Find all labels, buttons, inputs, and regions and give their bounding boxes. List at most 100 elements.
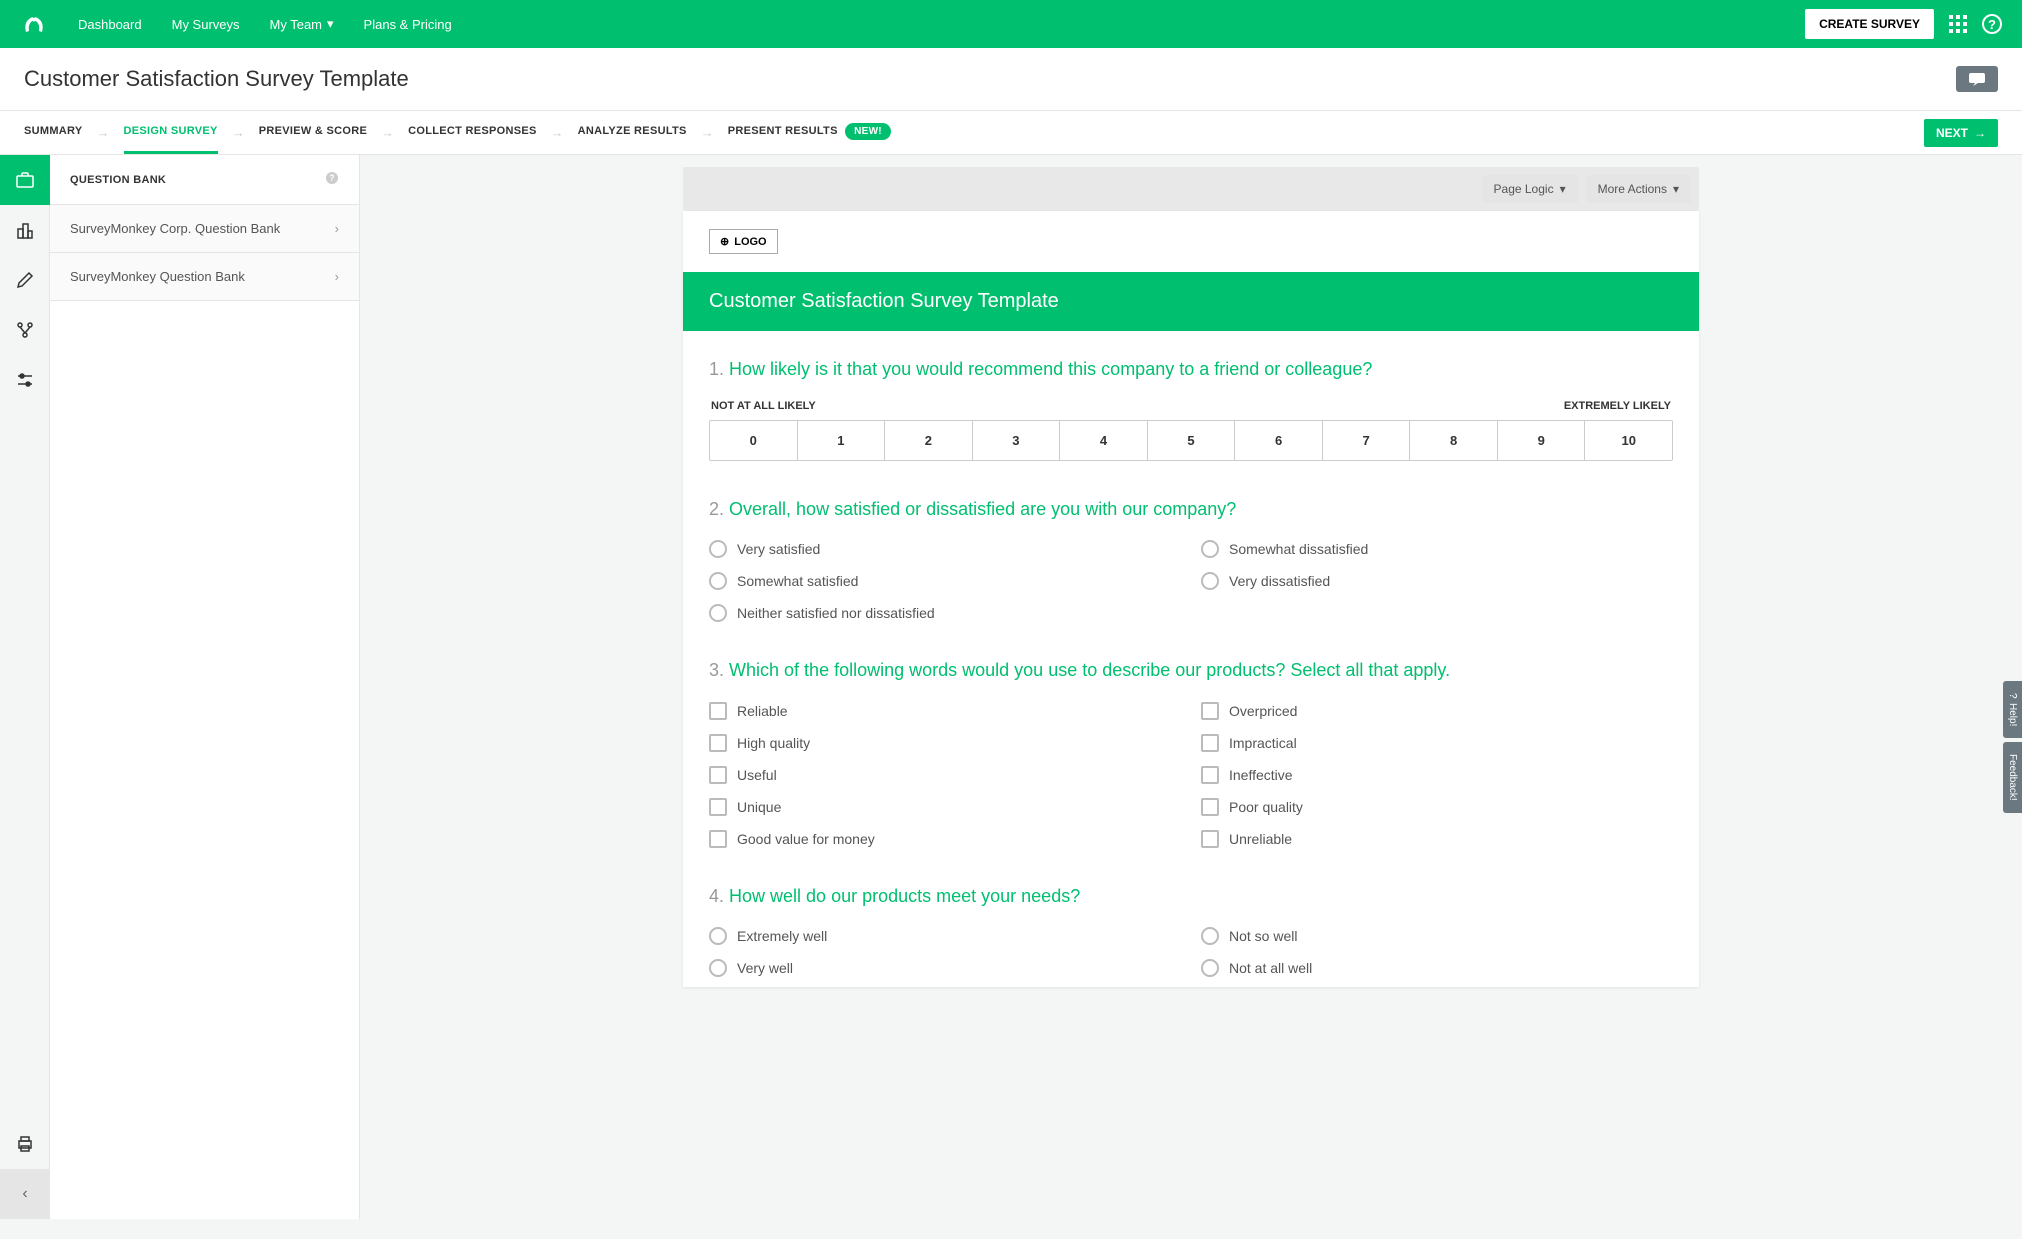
step-summary[interactable]: SUMMARY: [24, 111, 83, 154]
q3-number: 3.: [709, 660, 724, 680]
checkbox-control[interactable]: [1201, 830, 1219, 848]
rail-logic[interactable]: [0, 305, 50, 355]
option-label: Very well: [737, 960, 793, 976]
help-icon[interactable]: ?: [1982, 14, 2002, 34]
sliders-icon: [16, 371, 34, 389]
help-circle-icon[interactable]: ?: [325, 171, 339, 188]
radio-control[interactable]: [709, 572, 727, 590]
checkbox-control[interactable]: [709, 702, 727, 720]
next-button[interactable]: NEXT →: [1924, 119, 1998, 147]
option-label: Poor quality: [1229, 799, 1303, 815]
radio-option[interactable]: Very well: [709, 959, 1181, 977]
nps-cell-9[interactable]: 9: [1498, 421, 1586, 460]
checkbox-option[interactable]: Unreliable: [1201, 830, 1673, 848]
checkbox-option[interactable]: Impractical: [1201, 734, 1673, 752]
rail-themes[interactable]: [0, 255, 50, 305]
nps-cell-7[interactable]: 7: [1323, 421, 1411, 460]
nps-cell-1[interactable]: 1: [798, 421, 886, 460]
sidebar-header: QUESTION BANK ?: [50, 155, 359, 205]
rail-question-bank[interactable]: [0, 155, 50, 205]
checkbox-control[interactable]: [1201, 798, 1219, 816]
radio-control[interactable]: [1201, 927, 1219, 945]
radio-control[interactable]: [1201, 572, 1219, 590]
checkbox-option[interactable]: Ineffective: [1201, 766, 1673, 784]
nps-cell-6[interactable]: 6: [1235, 421, 1323, 460]
checkbox-control[interactable]: [709, 798, 727, 816]
nps-cell-8[interactable]: 8: [1410, 421, 1498, 460]
nps-cell-5[interactable]: 5: [1148, 421, 1236, 460]
radio-option[interactable]: Somewhat dissatisfied: [1201, 540, 1673, 558]
step-preview[interactable]: PREVIEW & SCORE: [259, 111, 367, 154]
sidebar-item-corp-bank[interactable]: SurveyMonkey Corp. Question Bank ›: [50, 205, 359, 253]
radio-control[interactable]: [709, 927, 727, 945]
help-tab[interactable]: ? Help!: [2003, 681, 2022, 738]
logo[interactable]: [20, 14, 48, 34]
radio-option[interactable]: Not at all well: [1201, 959, 1673, 977]
nps-cell-0[interactable]: 0: [710, 421, 798, 460]
sidebar-item-sm-bank[interactable]: SurveyMonkey Question Bank ›: [50, 253, 359, 301]
option-label: Extremely well: [737, 928, 827, 944]
radio-option[interactable]: Very satisfied: [709, 540, 1181, 558]
checkbox-control[interactable]: [1201, 734, 1219, 752]
create-survey-button[interactable]: CREATE SURVEY: [1805, 9, 1934, 39]
checkbox-option[interactable]: High quality: [709, 734, 1181, 752]
radio-option[interactable]: Neither satisfied nor dissatisfied: [709, 604, 1181, 622]
chat-button[interactable]: [1956, 66, 1998, 92]
question-3[interactable]: 3. Which of the following words would yo…: [683, 632, 1699, 857]
checkbox-option[interactable]: Reliable: [709, 702, 1181, 720]
radio-control[interactable]: [709, 540, 727, 558]
nav-plans[interactable]: Plans & Pricing: [364, 16, 452, 32]
nps-cell-2[interactable]: 2: [885, 421, 973, 460]
radio-control[interactable]: [709, 959, 727, 977]
apps-grid-icon[interactable]: [1949, 15, 1967, 33]
checkbox-control[interactable]: [1201, 702, 1219, 720]
option-label: Ineffective: [1229, 767, 1293, 783]
rail-collapse[interactable]: ‹: [0, 1169, 50, 1219]
radio-control[interactable]: [709, 604, 727, 622]
chat-icon: [1968, 72, 1986, 86]
feedback-tab[interactable]: Feedback!: [2003, 742, 2022, 813]
step-collect[interactable]: COLLECT RESPONSES: [408, 111, 537, 154]
nav-dashboard[interactable]: Dashboard: [78, 16, 142, 32]
left-rail: ‹: [0, 155, 50, 1219]
step-present[interactable]: PRESENT RESULTS NEW!: [728, 111, 891, 154]
radio-option[interactable]: Very dissatisfied: [1201, 572, 1673, 590]
nps-cell-10[interactable]: 10: [1585, 421, 1672, 460]
caret-down-icon: ▾: [1560, 182, 1566, 196]
page-logic-label: Page Logic: [1494, 182, 1554, 196]
checkbox-option[interactable]: Useful: [709, 766, 1181, 784]
question-4[interactable]: 4. How well do our products meet your ne…: [683, 858, 1699, 987]
nps-cell-4[interactable]: 4: [1060, 421, 1148, 460]
nav-my-team[interactable]: My Team ▾: [270, 16, 334, 32]
checkbox-control[interactable]: [709, 830, 727, 848]
help-tab-label: Help!: [2007, 703, 2018, 726]
survey-title[interactable]: Customer Satisfaction Survey Template: [683, 272, 1699, 331]
radio-control[interactable]: [1201, 959, 1219, 977]
step-design[interactable]: DESIGN SURVEY: [124, 111, 218, 154]
help-tab-icon: ?: [2007, 693, 2018, 699]
checkbox-control[interactable]: [709, 734, 727, 752]
step-analyze[interactable]: ANALYZE RESULTS: [578, 111, 687, 154]
nav-my-surveys[interactable]: My Surveys: [172, 16, 240, 32]
checkbox-control[interactable]: [709, 766, 727, 784]
question-1[interactable]: 1. How likely is it that you would recom…: [683, 331, 1699, 471]
radio-option[interactable]: Not so well: [1201, 927, 1673, 945]
arrow-icon: →: [232, 125, 245, 140]
checkbox-option[interactable]: Unique: [709, 798, 1181, 816]
radio-control[interactable]: [1201, 540, 1219, 558]
checkbox-option[interactable]: Good value for money: [709, 830, 1181, 848]
question-2[interactable]: 2. Overall, how satisfied or dissatisfie…: [683, 471, 1699, 632]
rail-print[interactable]: [0, 1119, 50, 1169]
radio-option[interactable]: Somewhat satisfied: [709, 572, 1181, 590]
page-logic-button[interactable]: Page Logic ▾: [1482, 175, 1578, 203]
checkbox-option[interactable]: Overpriced: [1201, 702, 1673, 720]
more-actions-button[interactable]: More Actions ▾: [1586, 175, 1691, 203]
checkbox-option[interactable]: Poor quality: [1201, 798, 1673, 816]
rail-options[interactable]: [0, 355, 50, 405]
chevron-left-icon: ‹: [22, 1185, 27, 1203]
add-logo-button[interactable]: ⊕ LOGO: [709, 229, 778, 254]
nps-cell-3[interactable]: 3: [973, 421, 1061, 460]
checkbox-control[interactable]: [1201, 766, 1219, 784]
radio-option[interactable]: Extremely well: [709, 927, 1181, 945]
rail-builder[interactable]: [0, 205, 50, 255]
